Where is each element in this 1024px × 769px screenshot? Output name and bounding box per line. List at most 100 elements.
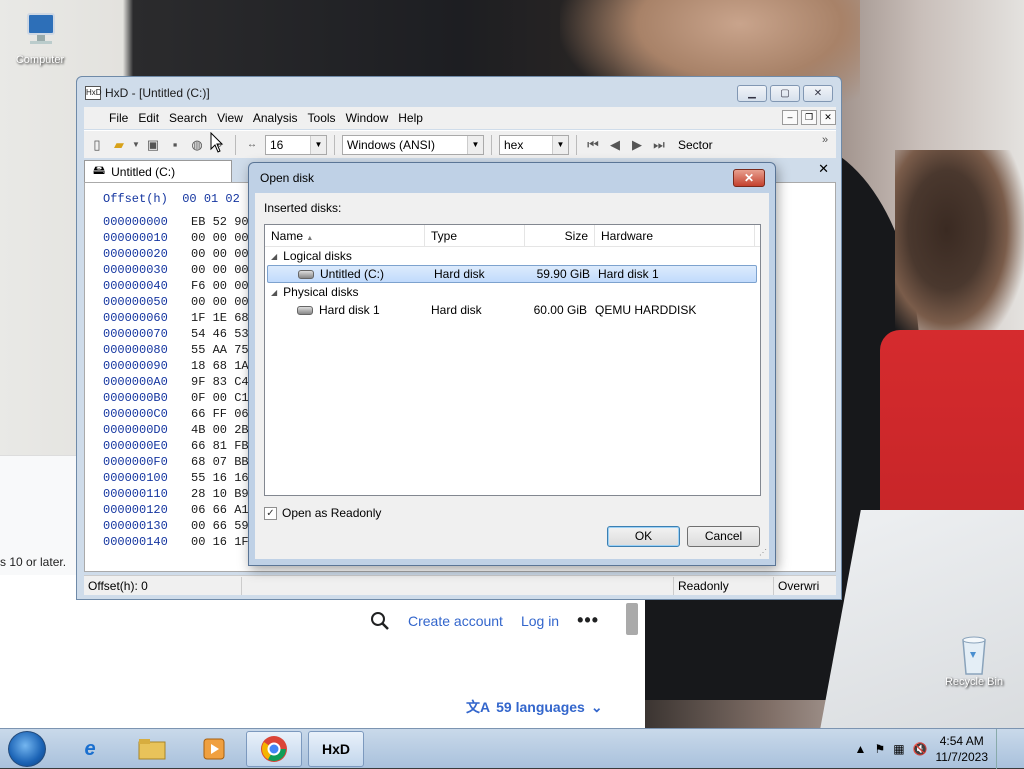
expand-triangle-icon[interactable]: ◢ (271, 252, 277, 261)
hex-row[interactable]: 0000000D0 4B 00 2B (103, 422, 249, 438)
internet-explorer-icon[interactable]: e (62, 731, 118, 767)
hex-row[interactable]: 0000000A0 9F 83 C4 (103, 374, 249, 390)
hex-row-bytes[interactable]: 9F 83 C4 (191, 374, 249, 390)
hex-row[interactable]: 000000080 55 AA 75 (103, 342, 249, 358)
languages-button[interactable]: 文A 59 languages ⌄ (466, 697, 603, 717)
hex-row[interactable]: 000000110 28 10 B9 (103, 486, 249, 502)
column-size[interactable]: Size (525, 224, 595, 247)
hex-row-bytes[interactable]: 00 00 00 (191, 230, 249, 246)
hex-row-bytes[interactable]: 28 10 B9 (191, 486, 249, 502)
volume-muted-icon[interactable]: 🔇 (913, 742, 928, 756)
hex-row-bytes[interactable]: 0F 00 C1 (191, 390, 249, 406)
hex-row-bytes[interactable]: F6 00 00 (191, 278, 249, 294)
show-hidden-icons-icon[interactable]: ▲ (855, 742, 867, 756)
close-tab-icon[interactable]: ✕ (818, 161, 829, 177)
next-sector-icon[interactable]: ▶ (628, 136, 646, 154)
start-button[interactable] (8, 731, 46, 767)
dialog-titlebar[interactable]: Open disk (249, 163, 775, 193)
menu-tools[interactable]: Tools (303, 111, 341, 125)
browser-scrollbar-thumb[interactable] (626, 603, 638, 635)
close-button[interactable]: ✕ (803, 85, 833, 102)
list-item-untitled-c[interactable]: Untitled (C:) Hard disk 59.90 GiB Hard d… (267, 265, 757, 283)
open-disk-icon[interactable]: ◍ (188, 136, 206, 154)
hex-row[interactable]: 000000100 55 16 16 (103, 470, 249, 486)
previous-sector-icon[interactable]: ◀ (606, 136, 624, 154)
hex-row[interactable]: 000000050 00 00 00 (103, 294, 249, 310)
mdi-restore-button[interactable]: ❐ (801, 110, 817, 125)
hex-row-bytes[interactable]: 54 46 53 (191, 326, 249, 342)
hex-row-bytes[interactable]: 00 00 00 (191, 294, 249, 310)
chrome-icon[interactable] (246, 731, 302, 767)
hex-row[interactable]: 000000140 00 16 1F (103, 534, 249, 550)
menu-search[interactable]: Search (164, 111, 212, 125)
create-account-link[interactable]: Create account (408, 613, 503, 629)
hex-row[interactable]: 000000040 F6 00 00 (103, 278, 249, 294)
tab-untitled-c[interactable]: 🖴 Untitled (C:) (84, 160, 232, 182)
bytes-per-row-select[interactable]: 16 ▼ (265, 134, 327, 155)
hex-row[interactable]: 0000000B0 0F 00 C1 (103, 390, 249, 406)
hex-row-bytes[interactable]: 55 16 16 (191, 470, 249, 486)
number-base-select[interactable]: hex ▼ (499, 134, 569, 155)
dropdown-arrow-icon[interactable]: ▼ (132, 136, 140, 154)
open-folder-icon[interactable]: ▰ (110, 136, 128, 154)
hxd-titlebar[interactable]: HxD HxD - [Untitled (C:)] (77, 77, 841, 109)
hex-row[interactable]: 000000120 06 66 A1 (103, 502, 249, 518)
expand-triangle-icon[interactable]: ◢ (271, 288, 277, 297)
hex-row-bytes[interactable]: 1F 1E 68 (191, 310, 249, 326)
group-physical-disks[interactable]: ◢ Physical disks (265, 283, 760, 301)
menu-edit[interactable]: Edit (133, 111, 164, 125)
ok-button[interactable]: OK (607, 526, 680, 547)
column-type[interactable]: Type (425, 224, 525, 247)
hex-row-bytes[interactable]: 00 16 1F (191, 534, 249, 550)
hex-row[interactable]: 000000070 54 46 53 (103, 326, 249, 342)
file-explorer-icon[interactable] (124, 731, 180, 767)
menu-view[interactable]: View (212, 111, 248, 125)
hex-row[interactable]: 0000000F0 68 07 BB (103, 454, 249, 470)
minimize-button[interactable]: ▁ (737, 85, 767, 102)
hex-row-bytes[interactable]: 68 07 BB (191, 454, 249, 470)
hex-row-bytes[interactable]: 66 81 FB (191, 438, 249, 454)
hex-row-bytes[interactable]: 55 AA 75 (191, 342, 249, 358)
first-sector-icon[interactable]: ⏮ (584, 136, 602, 154)
column-name[interactable]: Name ▲ (265, 224, 425, 247)
hex-row[interactable]: 0000000C0 66 FF 06 (103, 406, 249, 422)
maximize-button[interactable]: ▢ (770, 85, 800, 102)
hex-row-bytes[interactable]: 4B 00 2B (191, 422, 249, 438)
last-sector-icon[interactable]: ⏭ (650, 136, 668, 154)
show-desktop-button[interactable] (996, 729, 1010, 769)
disk-list[interactable]: Name ▲ Type Size Hardware ◢ Logical disk… (264, 224, 761, 496)
hex-row-bytes[interactable]: 06 66 A1 (191, 502, 249, 518)
clock[interactable]: 4:54 AM 11/7/2023 (936, 733, 989, 765)
charset-select[interactable]: Windows (ANSI) ▼ (342, 134, 484, 155)
hex-row[interactable]: 000000030 00 00 00 (103, 262, 249, 278)
hex-row-bytes[interactable]: 66 FF 06 (191, 406, 249, 422)
hex-row[interactable]: 000000130 00 66 59 (103, 518, 249, 534)
action-center-icon[interactable]: ⚑ (874, 742, 885, 756)
list-item-hard-disk-1[interactable]: Hard disk 1 Hard disk 60.00 GiB QEMU HAR… (265, 301, 760, 319)
hex-row[interactable]: 000000020 00 00 00 (103, 246, 249, 262)
column-hardware[interactable]: Hardware (595, 224, 755, 247)
mdi-minimize-button[interactable]: – (782, 110, 798, 125)
mdi-close-button[interactable]: ✕ (820, 110, 836, 125)
hex-row-bytes[interactable]: 00 66 59 (191, 518, 249, 534)
network-icon[interactable]: ▦ (893, 742, 904, 756)
desktop-icon-computer[interactable]: Computer (4, 10, 76, 66)
menu-file[interactable]: File (104, 111, 133, 125)
hex-row-bytes[interactable]: 18 68 1A (191, 358, 249, 374)
media-player-icon[interactable] (186, 731, 242, 767)
open-readonly-checkbox[interactable]: ✓ Open as Readonly (264, 506, 381, 520)
group-logical-disks[interactable]: ◢ Logical disks (265, 247, 760, 265)
hex-row-bytes[interactable]: 00 00 00 (191, 262, 249, 278)
close-file-icon[interactable]: ▪ (166, 136, 184, 154)
desktop-icon-recycle-bin[interactable]: Recycle Bin (938, 632, 1010, 688)
resize-grip-icon[interactable]: ⋰ (759, 548, 767, 557)
hex-row[interactable]: 000000000 EB 52 90 (103, 214, 249, 230)
hex-row[interactable]: 000000060 1F 1E 68 (103, 310, 249, 326)
cancel-button[interactable]: Cancel (687, 526, 760, 547)
new-file-icon[interactable]: ▯ (88, 136, 106, 154)
log-in-link[interactable]: Log in (521, 613, 559, 629)
toolbar-overflow-icon[interactable]: » (816, 131, 834, 149)
menu-help[interactable]: Help (393, 111, 428, 125)
dialog-close-button[interactable]: ✕ (733, 169, 765, 187)
menu-analysis[interactable]: Analysis (248, 111, 303, 125)
